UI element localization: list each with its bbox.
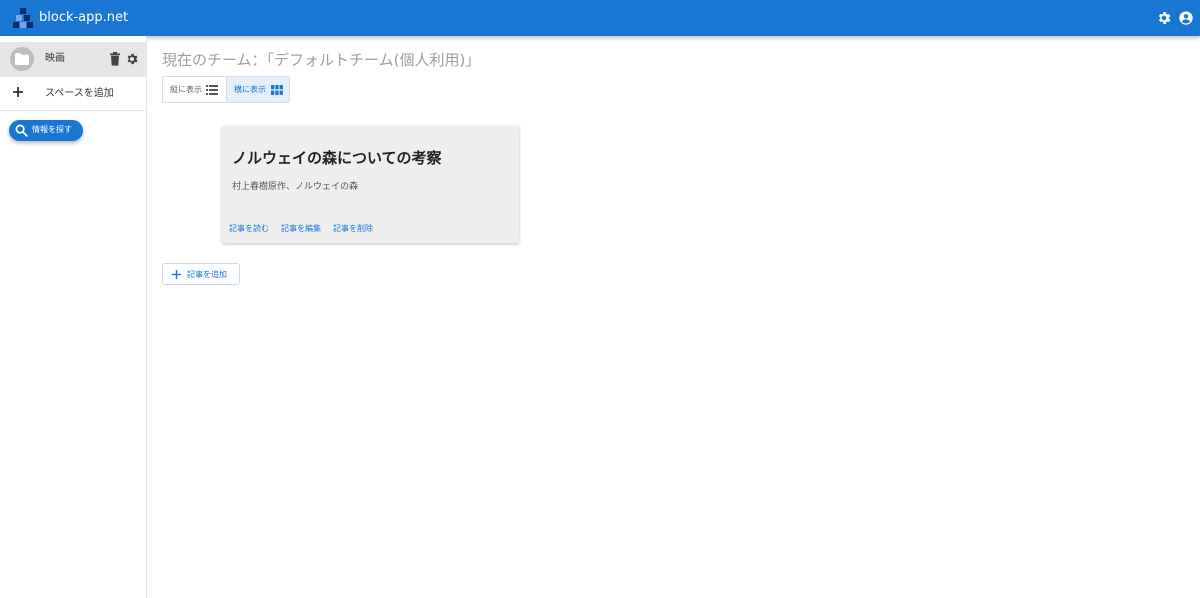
divider: [0, 110, 147, 111]
trash-icon[interactable]: [108, 52, 122, 66]
toggle-vertical-view[interactable]: 縦に表示: [163, 77, 226, 102]
blocks-logo-icon[interactable]: [13, 7, 33, 29]
sidebar: 映画 スペースを追加 情報を探す: [0, 36, 147, 598]
search-info-button[interactable]: 情報を探す: [9, 120, 83, 141]
article-actions: 記事を読む 記事を編集 記事を削除: [229, 223, 373, 234]
space-avatar: [10, 47, 34, 71]
search-info-label: 情報を探す: [32, 125, 72, 134]
toggle-horizontal-label: 横に表示: [234, 85, 266, 94]
search-icon: [15, 124, 28, 137]
add-article-label: 記事を追加: [187, 270, 227, 279]
article-title: ノルウェイの森についての考察: [232, 149, 442, 167]
add-space-button[interactable]: スペースを追加: [0, 77, 147, 110]
view-toggle: 縦に表示 横に表示: [162, 76, 290, 103]
sidebar-item-space[interactable]: 映画: [0, 42, 147, 76]
plus-icon: [13, 87, 23, 97]
folder-icon: [15, 53, 29, 65]
app-bar: block-app.net: [0, 0, 1200, 36]
toggle-horizontal-view[interactable]: 横に表示: [226, 77, 289, 102]
article-description: 村上春樹原作、ノルウェイの森: [232, 182, 359, 192]
plus-icon: [172, 270, 181, 279]
add-article-button[interactable]: 記事を追加: [162, 263, 240, 285]
add-space-label: スペースを追加: [45, 88, 114, 99]
space-label: 映画: [45, 53, 65, 64]
gear-icon[interactable]: [125, 52, 139, 66]
list-icon: [206, 85, 218, 95]
delete-article-link[interactable]: 記事を削除: [333, 223, 373, 234]
page-title: 現在のチーム：「デフォルトチーム(個人利用)」: [162, 51, 481, 69]
account-circle-icon[interactable]: [1178, 10, 1194, 26]
article-card: ノルウェイの森についての考察 村上春樹原作、ノルウェイの森 記事を読む 記事を編…: [222, 126, 519, 243]
edit-article-link[interactable]: 記事を編集: [281, 223, 321, 234]
toggle-vertical-label: 縦に表示: [170, 85, 202, 94]
grid-icon: [271, 85, 283, 95]
read-article-link[interactable]: 記事を読む: [229, 223, 269, 234]
gear-icon[interactable]: [1156, 10, 1172, 26]
brand-title[interactable]: block-app.net: [39, 9, 128, 27]
